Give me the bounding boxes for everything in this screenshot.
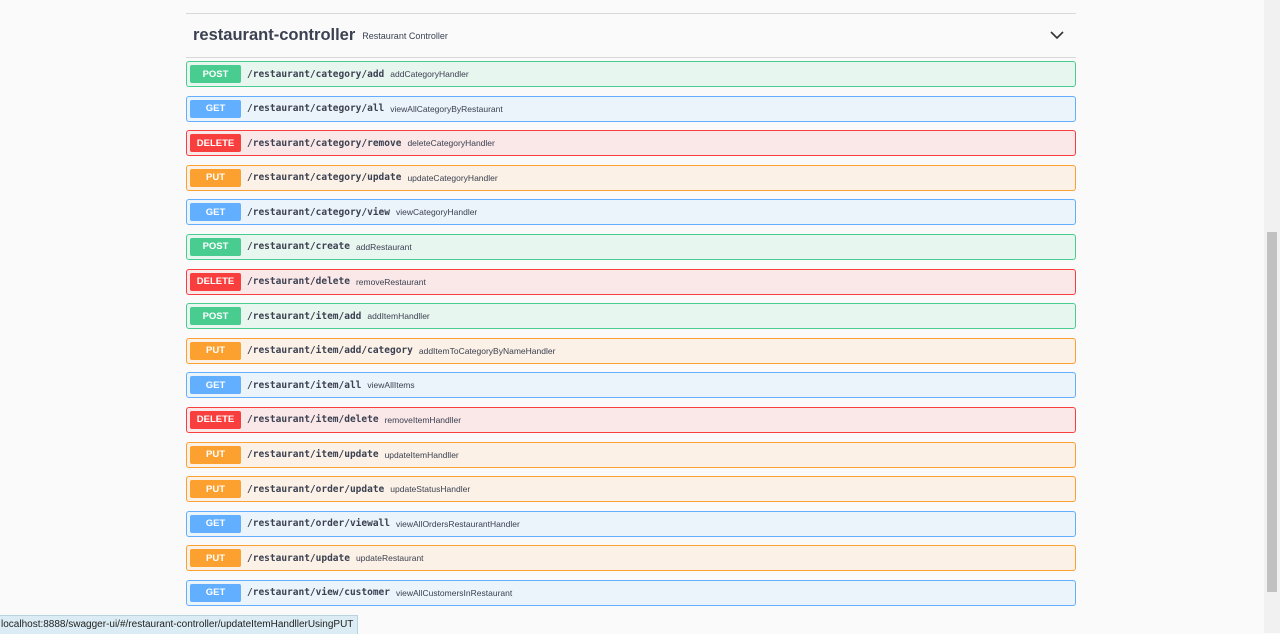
method-badge: PUT xyxy=(190,445,241,464)
operation-row[interactable]: PUT/restaurant/item/add/category addItemT… xyxy=(186,337,1076,364)
operation-row[interactable]: PUT/restaurant/category/update updateCate… xyxy=(186,164,1076,191)
operation-row[interactable]: DELETE/restaurant/item/delete removeItemH… xyxy=(186,406,1076,433)
operation-row[interactable]: DELETE/restaurant/category/remove deleteC… xyxy=(186,130,1076,157)
operation-summary: updateItemHandller xyxy=(384,449,459,460)
operation-path: /restaurant/item/all xyxy=(247,379,362,391)
method-badge: PUT xyxy=(190,480,241,499)
operation-path: /restaurant/create xyxy=(247,241,350,253)
operation-summary: updateRestaurant xyxy=(355,553,424,564)
method-badge: POST xyxy=(190,237,241,256)
operation-path: /restaurant/order/viewall xyxy=(247,518,390,530)
operation-summary: addRestaurant xyxy=(355,241,412,252)
operation-path: /restaurant/item/update xyxy=(247,449,379,461)
operation-summary: removeRestaurant xyxy=(355,276,426,287)
operation-path: /restaurant/update xyxy=(247,552,350,564)
operation-path: /restaurant/delete xyxy=(247,276,350,288)
method-badge: PUT xyxy=(190,168,241,187)
operations-list: POST/restaurant/category/add addCategoryH… xyxy=(186,61,1076,615)
operation-path: /restaurant/item/delete xyxy=(247,414,379,426)
operation-path: /restaurant/category/add xyxy=(247,68,385,80)
operation-row[interactable]: PUT/restaurant/item/update updateItemHand… xyxy=(186,441,1076,468)
operation-summary: updateStatusHandler xyxy=(390,484,471,495)
operation-row[interactable]: GET/restaurant/category/view viewCategory… xyxy=(186,199,1076,226)
status-bar-url: localhost:8888/swagger-ui/#/restaurant-c… xyxy=(0,615,359,634)
method-badge: GET xyxy=(190,203,241,222)
method-badge: PUT xyxy=(190,549,241,568)
method-badge: DELETE xyxy=(190,134,241,153)
tag-title: restaurant-controller xyxy=(193,26,356,44)
operation-summary: addItemToCategoryByNameHandler xyxy=(418,345,556,356)
operation-path: /restaurant/item/add/category xyxy=(247,345,413,357)
method-badge: DELETE xyxy=(190,410,241,429)
operation-summary: updateCategoryHandler xyxy=(407,172,498,183)
operation-row[interactable]: GET/restaurant/view/customer viewAllCusto… xyxy=(186,579,1076,606)
operation-row[interactable]: DELETE/restaurant/delete removeRestaurant xyxy=(186,268,1076,295)
method-badge: GET xyxy=(190,99,241,118)
scrollbar-thumb[interactable] xyxy=(1267,232,1277,592)
operation-summary: viewAllItems xyxy=(367,380,415,391)
operation-summary: deleteCategoryHandler xyxy=(407,138,495,149)
operation-path: /restaurant/order/update xyxy=(247,483,385,495)
tag-header-restaurant-controller[interactable]: restaurant-controller Restaurant Control… xyxy=(186,14,1076,58)
method-badge: PUT xyxy=(190,341,241,360)
operation-summary: removeItemHandller xyxy=(384,414,462,425)
method-badge: POST xyxy=(190,65,241,83)
method-badge: GET xyxy=(190,514,241,533)
operation-path: /restaurant/item/add xyxy=(247,310,362,322)
operation-row[interactable]: GET/restaurant/item/all viewAllItems xyxy=(186,372,1076,399)
operation-path: /restaurant/category/update xyxy=(247,172,402,184)
operation-path: /restaurant/category/view xyxy=(247,206,390,218)
operation-summary: addCategoryHandler xyxy=(390,69,469,79)
operation-path: /restaurant/view/customer xyxy=(247,587,390,599)
operation-summary: viewCategoryHandler xyxy=(396,207,478,218)
method-badge: GET xyxy=(190,376,241,395)
operation-row[interactable]: POST/restaurant/category/add addCategoryH… xyxy=(186,61,1076,87)
operation-summary: viewAllCustomersInRestaurant xyxy=(396,587,513,598)
operation-summary: viewAllOrdersRestaurantHandler xyxy=(396,518,520,529)
method-badge: POST xyxy=(190,307,241,326)
tag-description: Restaurant Controller xyxy=(362,30,448,41)
operation-path: /restaurant/category/remove xyxy=(247,137,402,149)
operation-row[interactable]: POST/restaurant/create addRestaurant xyxy=(186,233,1076,260)
chevron-down-icon[interactable] xyxy=(1050,29,1064,41)
operation-row[interactable]: PUT/restaurant/update updateRestaurant xyxy=(186,545,1076,572)
operation-path: /restaurant/category/all xyxy=(247,103,385,115)
swagger-page: restaurant-controller Restaurant Control… xyxy=(0,0,1264,633)
operation-summary: addItemHandller xyxy=(367,311,430,322)
operation-summary: viewAllCategoryByRestaurant xyxy=(390,103,503,114)
operation-row[interactable]: GET/restaurant/category/all viewAllCatego… xyxy=(186,95,1076,122)
method-badge: GET xyxy=(190,583,241,602)
operation-row[interactable]: PUT/restaurant/order/update updateStatusH… xyxy=(186,476,1076,503)
operation-row[interactable]: GET/restaurant/order/viewall viewAllOrder… xyxy=(186,510,1076,537)
method-badge: DELETE xyxy=(190,272,241,291)
operation-row[interactable]: POST/restaurant/item/add addItemHandller xyxy=(186,303,1076,330)
